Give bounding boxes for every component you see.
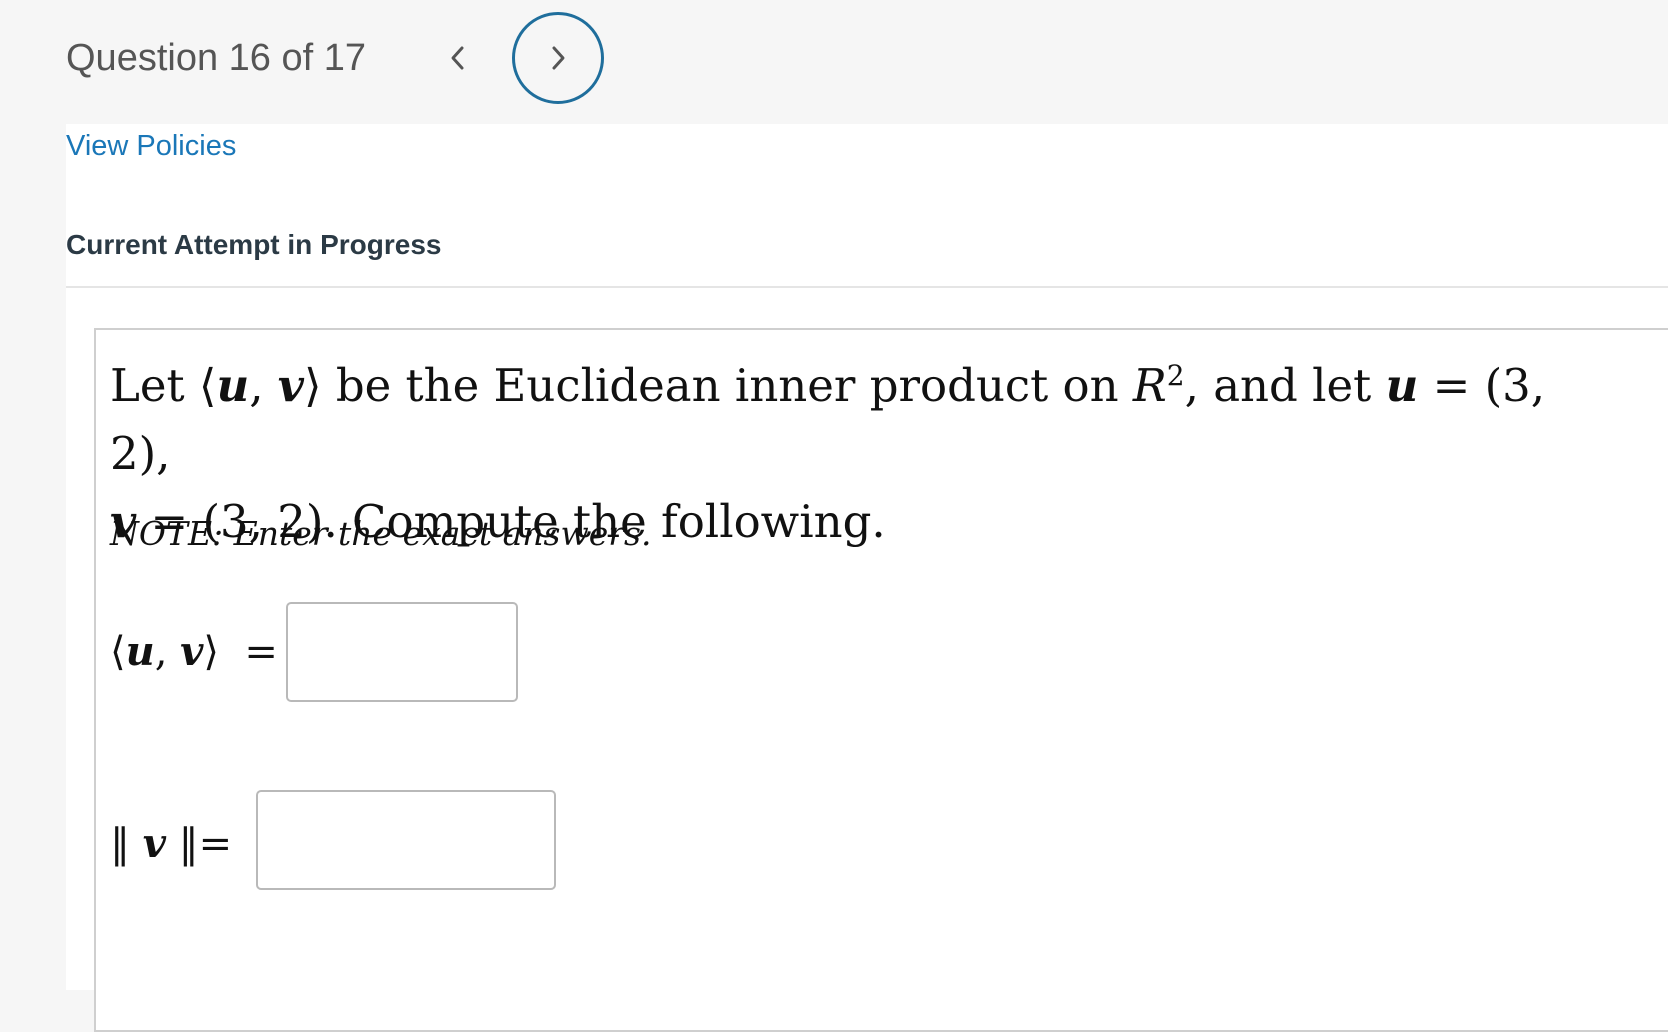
separator: , bbox=[249, 359, 278, 412]
vector-v: v bbox=[180, 628, 204, 675]
section-divider bbox=[66, 286, 1668, 288]
norm-answer-input[interactable] bbox=[256, 790, 556, 890]
previous-question-button[interactable] bbox=[436, 36, 480, 80]
chevron-left-icon bbox=[451, 46, 464, 70]
vector-u: u bbox=[216, 359, 250, 412]
norm-close-equals: ‖= bbox=[165, 821, 233, 867]
space-symbol: R bbox=[1132, 359, 1167, 412]
vector-u: u bbox=[1385, 359, 1419, 412]
inner-product-label: ⟨u, v⟩ = bbox=[110, 626, 278, 678]
bracket-close-equals: ⟩ = bbox=[203, 629, 278, 675]
attempt-status: Current Attempt in Progress bbox=[66, 229, 442, 260]
question-box: Let ⟨u, v⟩ be the Euclidean inner produc… bbox=[94, 328, 1668, 1032]
space-exponent: 2 bbox=[1166, 359, 1185, 392]
next-question-button[interactable] bbox=[512, 12, 604, 104]
inner-product-answer-input[interactable] bbox=[286, 602, 518, 702]
main-content: View Policies Current Attempt in Progres… bbox=[66, 124, 1668, 1032]
vector-v: v bbox=[142, 820, 166, 867]
chevron-right-icon bbox=[552, 46, 565, 70]
stem-text: , and let bbox=[1184, 359, 1386, 412]
question-counter: Question 16 of 17 bbox=[66, 37, 366, 79]
stem-text: ⟩ be the Euclidean inner product on bbox=[303, 359, 1133, 412]
separator: , bbox=[154, 629, 181, 675]
norm-open: ‖ bbox=[110, 821, 143, 867]
top-navigation-bar: Question 16 of 17 bbox=[0, 0, 1668, 124]
view-policies-link[interactable]: View Policies bbox=[66, 129, 236, 163]
vector-u: u bbox=[125, 628, 155, 675]
note-text: NOTE: Enter the exact answers. bbox=[110, 514, 652, 553]
bracket-open: ⟨ bbox=[110, 629, 126, 675]
vector-v: v bbox=[277, 359, 304, 412]
norm-label: ‖ v ‖= bbox=[110, 818, 232, 870]
stem-text: Let ⟨ bbox=[110, 359, 217, 412]
